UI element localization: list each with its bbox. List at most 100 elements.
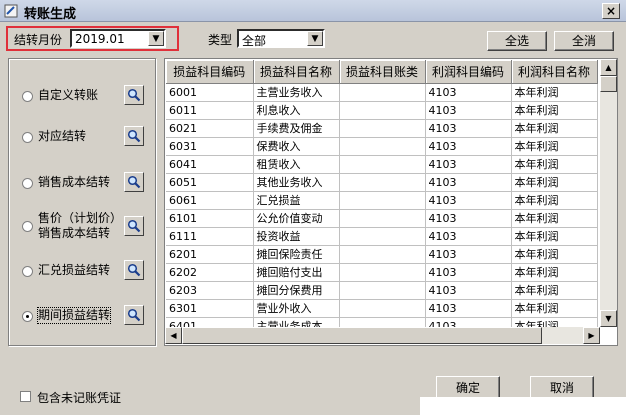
table-row[interactable]: 6031 保费收入 4103 本年利润: [166, 137, 598, 156]
scroll-left-icon[interactable]: ◀: [165, 327, 182, 344]
table-cell[interactable]: 摊回保险责任: [253, 245, 340, 264]
table-cell[interactable]: [339, 119, 426, 138]
table-row[interactable]: 6202 摊回赔付支出 4103 本年利润: [166, 263, 598, 282]
table-cell[interactable]: 4103: [425, 245, 512, 264]
table-cell[interactable]: 本年利润: [511, 155, 598, 174]
table-cell[interactable]: 4103: [425, 119, 512, 138]
select-all-button[interactable]: 全选: [487, 31, 547, 51]
table-cell[interactable]: 本年利润: [511, 227, 598, 246]
table-cell[interactable]: 营业外收入: [253, 299, 340, 318]
table-cell[interactable]: 6051: [166, 173, 254, 192]
table-cell[interactable]: 本年利润: [511, 173, 598, 192]
table-row[interactable]: 6051 其他业务收入 4103 本年利润: [166, 173, 598, 192]
table-cell[interactable]: [339, 101, 426, 120]
scroll-down-icon[interactable]: ▼: [600, 310, 617, 327]
table-cell[interactable]: 6001: [166, 83, 254, 102]
table-row[interactable]: 6301 营业外收入 4103 本年利润: [166, 299, 598, 318]
table-row[interactable]: 6041 租赁收入 4103 本年利润: [166, 155, 598, 174]
query-button[interactable]: [124, 216, 144, 236]
table-cell[interactable]: [339, 281, 426, 300]
vertical-scrollbar[interactable]: ▲ ▼: [600, 59, 617, 327]
month-select[interactable]: 2019.01 ▼: [70, 29, 166, 48]
table-cell[interactable]: 本年利润: [511, 101, 598, 120]
table-cell[interactable]: 6203: [166, 281, 254, 300]
column-header[interactable]: 利润科目编码: [425, 60, 512, 84]
table-row[interactable]: 6011 利息收入 4103 本年利润: [166, 101, 598, 120]
include-unposted-checkbox[interactable]: [20, 391, 31, 402]
table-cell[interactable]: 手续费及佣金: [253, 119, 340, 138]
table-cell[interactable]: 本年利润: [511, 281, 598, 300]
table-cell[interactable]: 6111: [166, 227, 254, 246]
radio-button-selected[interactable]: [22, 311, 33, 322]
column-header[interactable]: 损益科目名称: [253, 60, 340, 84]
table-cell[interactable]: 本年利润: [511, 209, 598, 228]
query-button[interactable]: [124, 172, 144, 192]
table-cell[interactable]: 6202: [166, 263, 254, 282]
query-button[interactable]: [124, 85, 144, 105]
table-cell[interactable]: 本年利润: [511, 191, 598, 210]
table-cell[interactable]: [339, 299, 426, 318]
query-button[interactable]: [124, 126, 144, 146]
table-cell[interactable]: 公允价值变动: [253, 209, 340, 228]
table-cell[interactable]: 6301: [166, 299, 254, 318]
table-cell[interactable]: [339, 191, 426, 210]
column-header[interactable]: 损益科目账类: [339, 60, 426, 84]
table-cell[interactable]: [339, 227, 426, 246]
scroll-thumb[interactable]: [600, 76, 617, 92]
column-header[interactable]: 损益科目编码: [166, 60, 254, 84]
table-cell[interactable]: 4103: [425, 173, 512, 192]
table-cell[interactable]: [339, 209, 426, 228]
radio-button[interactable]: [22, 266, 33, 277]
table-cell[interactable]: 摊回赔付支出: [253, 263, 340, 282]
table-row[interactable]: 6061 汇兑损益 4103 本年利润: [166, 191, 598, 210]
table-cell[interactable]: 4103: [425, 155, 512, 174]
table-cell[interactable]: [339, 263, 426, 282]
table-cell[interactable]: 摊回分保费用: [253, 281, 340, 300]
radio-button[interactable]: [22, 221, 33, 232]
table-cell[interactable]: 4103: [425, 83, 512, 102]
table-cell[interactable]: 本年利润: [511, 119, 598, 138]
table-cell[interactable]: 4103: [425, 281, 512, 300]
table-row[interactable]: 6111 投资收益 4103 本年利润: [166, 227, 598, 246]
table-cell[interactable]: 主营业务收入: [253, 83, 340, 102]
table-cell[interactable]: [339, 245, 426, 264]
close-button[interactable]: ×: [602, 3, 620, 19]
table-cell[interactable]: 6061: [166, 191, 254, 210]
table-cell[interactable]: 本年利润: [511, 263, 598, 282]
transfer-grid[interactable]: 损益科目编码 损益科目名称 损益科目账类 利润科目编码 利润科目名称 6001 主…: [164, 58, 618, 346]
table-cell[interactable]: 本年利润: [511, 137, 598, 156]
table-cell[interactable]: 其他业务收入: [253, 173, 340, 192]
clear-all-button[interactable]: 全消: [554, 31, 614, 51]
table-cell[interactable]: 4103: [425, 209, 512, 228]
table-cell[interactable]: 6011: [166, 101, 254, 120]
table-row[interactable]: 6101 公允价值变动 4103 本年利润: [166, 209, 598, 228]
scroll-up-icon[interactable]: ▲: [600, 59, 617, 76]
table-cell[interactable]: 保费收入: [253, 137, 340, 156]
table-cell[interactable]: [339, 137, 426, 156]
table-cell[interactable]: 租赁收入: [253, 155, 340, 174]
table-cell[interactable]: 4103: [425, 299, 512, 318]
table-cell[interactable]: 4103: [425, 263, 512, 282]
horizontal-scrollbar[interactable]: ◀ ▶: [165, 327, 600, 344]
radio-button[interactable]: [22, 91, 33, 102]
scroll-right-icon[interactable]: ▶: [583, 327, 600, 344]
table-cell[interactable]: 6041: [166, 155, 254, 174]
table-cell[interactable]: 本年利润: [511, 83, 598, 102]
table-cell[interactable]: [339, 155, 426, 174]
chevron-down-icon[interactable]: ▼: [307, 31, 323, 46]
table-cell[interactable]: [339, 83, 426, 102]
table-cell[interactable]: 6031: [166, 137, 254, 156]
table-row[interactable]: 6203 摊回分保费用 4103 本年利润: [166, 281, 598, 300]
include-unposted-option[interactable]: 包含未记账凭证: [20, 389, 160, 405]
chevron-down-icon[interactable]: ▼: [148, 31, 164, 46]
table-row[interactable]: 6201 摊回保险责任 4103 本年利润: [166, 245, 598, 264]
table-cell[interactable]: [339, 173, 426, 192]
query-button[interactable]: [124, 260, 144, 280]
table-cell[interactable]: 4103: [425, 101, 512, 120]
table-cell[interactable]: 6101: [166, 209, 254, 228]
table-cell[interactable]: 汇兑损益: [253, 191, 340, 210]
table-cell[interactable]: 本年利润: [511, 299, 598, 318]
table-cell[interactable]: 利息收入: [253, 101, 340, 120]
table-cell[interactable]: 6201: [166, 245, 254, 264]
table-cell[interactable]: 4103: [425, 137, 512, 156]
